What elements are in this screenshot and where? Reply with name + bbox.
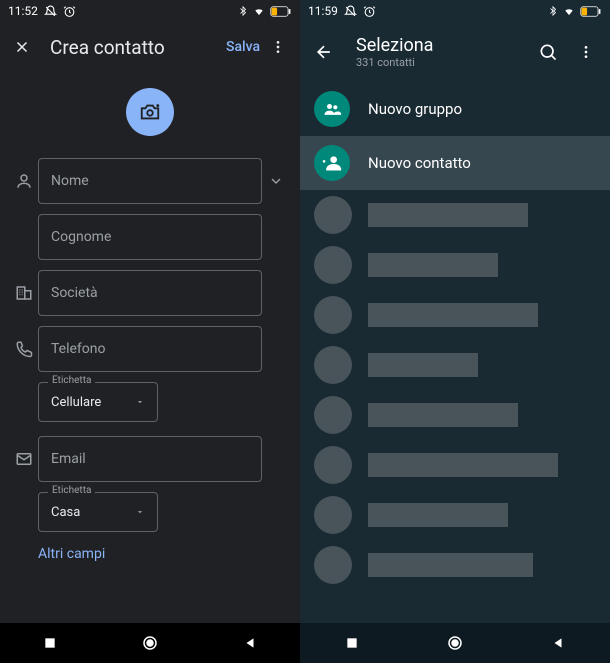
more-menu-button[interactable] — [266, 35, 290, 59]
contact-name-placeholder — [368, 253, 498, 277]
avatar — [314, 296, 352, 334]
status-time: 11:59 — [308, 4, 338, 18]
wifi-icon — [252, 6, 266, 17]
list-item[interactable] — [314, 396, 596, 434]
nav-recent-button[interactable] — [342, 633, 362, 653]
appbar-select: Seleziona 331 contatti — [300, 22, 610, 82]
photo-area — [0, 72, 300, 158]
create-contact-screen: 11:52 Crea contatto Salva Nome — [0, 0, 300, 663]
status-bar-right: 11:59 — [300, 0, 610, 22]
save-button[interactable]: Salva — [226, 39, 260, 55]
name-input[interactable]: Nome — [38, 158, 262, 204]
nav-home-button[interactable] — [140, 633, 160, 653]
avatar — [314, 546, 352, 584]
nav-bar-left — [0, 623, 300, 663]
wifi-icon — [562, 6, 576, 17]
avatar — [314, 346, 352, 384]
company-input[interactable]: Società — [38, 270, 262, 316]
group-icon — [314, 91, 350, 127]
avatar — [314, 396, 352, 434]
list-item[interactable] — [314, 296, 596, 334]
nav-bar-right — [300, 623, 610, 663]
dnd-icon — [44, 5, 57, 18]
company-icon — [10, 284, 38, 302]
bluetooth-icon — [548, 5, 558, 17]
contact-name-placeholder — [368, 303, 538, 327]
page-subtitle: 331 contatti — [356, 56, 522, 69]
surname-input[interactable]: Cognome — [38, 214, 262, 260]
phone-icon — [10, 340, 38, 358]
contact-name-placeholder — [368, 353, 478, 377]
appbar-create-contact: Crea contatto Salva — [0, 22, 300, 72]
contact-name-placeholder — [368, 453, 558, 477]
email-label-select[interactable]: Casa — [38, 492, 158, 532]
status-bar-left: 11:52 — [0, 0, 300, 22]
avatar — [314, 446, 352, 484]
new-group-label: Nuovo gruppo — [368, 100, 462, 118]
phone-label-tag: Etichetta — [48, 375, 95, 386]
list-item[interactable] — [314, 446, 596, 484]
email-input[interactable]: Email — [38, 436, 262, 482]
list-item[interactable] — [314, 546, 596, 584]
more-fields-button[interactable]: Altri campi — [38, 546, 290, 562]
nav-recent-button[interactable] — [40, 633, 60, 653]
status-time: 11:52 — [8, 4, 38, 18]
alarm-icon — [63, 5, 76, 18]
dnd-icon — [344, 5, 357, 18]
battery-icon — [580, 6, 602, 17]
bluetooth-icon — [238, 5, 248, 17]
phone-label-select[interactable]: Cellulare — [38, 382, 158, 422]
list-item[interactable] — [314, 246, 596, 284]
email-label-tag: Etichetta — [48, 485, 95, 496]
close-button[interactable] — [10, 35, 34, 59]
contact-name-placeholder — [368, 203, 528, 227]
list-item[interactable] — [314, 346, 596, 384]
list-item[interactable] — [314, 196, 596, 234]
nav-home-button[interactable] — [445, 633, 465, 653]
contact-name-placeholder — [368, 503, 508, 527]
new-contact-label: Nuovo contatto — [368, 154, 471, 172]
search-button[interactable] — [536, 40, 560, 64]
alarm-icon — [363, 5, 376, 18]
page-title: Crea contatto — [50, 36, 226, 59]
more-menu-button[interactable] — [574, 40, 598, 64]
phone-input[interactable]: Telefono — [38, 326, 262, 372]
select-contact-screen: 11:59 Seleziona 331 contatti Nuovo gru — [300, 0, 610, 663]
nav-back-button[interactable] — [548, 633, 568, 653]
avatar — [314, 246, 352, 284]
new-contact-row[interactable]: Nuovo contatto — [300, 136, 610, 190]
add-photo-button[interactable] — [126, 88, 174, 136]
new-group-row[interactable]: Nuovo gruppo — [300, 82, 610, 136]
page-title: Seleziona — [356, 35, 522, 56]
list-item[interactable] — [314, 496, 596, 534]
contact-list — [300, 190, 610, 602]
avatar — [314, 496, 352, 534]
avatar — [314, 196, 352, 234]
add-person-icon — [314, 145, 350, 181]
battery-icon — [270, 6, 292, 17]
nav-back-button[interactable] — [240, 633, 260, 653]
person-icon — [10, 172, 38, 190]
back-button[interactable] — [312, 40, 336, 64]
email-icon — [10, 450, 38, 468]
contact-form: Nome Cognome Società Telefono — [0, 158, 300, 562]
expand-name-button[interactable] — [262, 173, 290, 189]
contact-name-placeholder — [368, 403, 518, 427]
contact-name-placeholder — [368, 553, 533, 577]
